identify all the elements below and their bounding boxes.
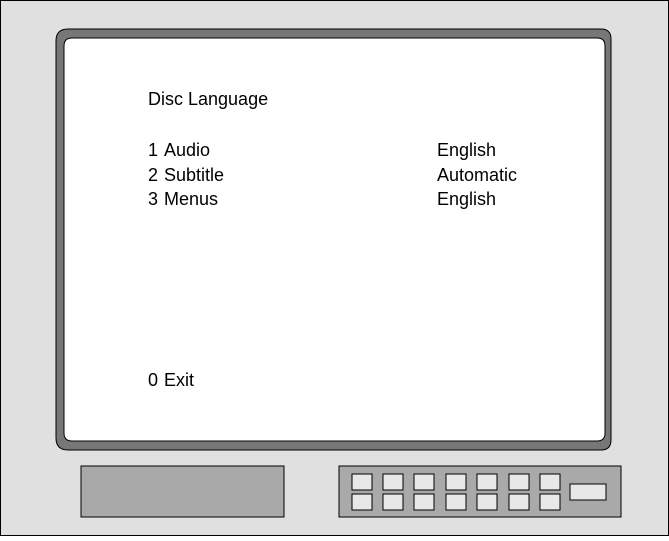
screen <box>63 37 606 442</box>
menu-item-label-menus[interactable]: Menus <box>164 190 218 208</box>
control-button[interactable] <box>413 493 435 511</box>
tv-set: Disc Language 1 Audio English 2 Subtitle… <box>0 0 669 536</box>
control-button[interactable] <box>413 473 435 491</box>
menu-item-label-audio[interactable]: Audio <box>164 141 210 159</box>
menu-item-number-audio[interactable]: 1 <box>148 141 158 159</box>
tv-illustration <box>0 0 669 536</box>
control-button[interactable] <box>382 493 404 511</box>
power-button[interactable] <box>569 483 607 501</box>
menu-item-number-menus[interactable]: 3 <box>148 190 158 208</box>
control-button[interactable] <box>445 493 467 511</box>
menu-item-value-menus: English <box>437 189 497 209</box>
menu-item-label-subtitle[interactable]: Subtitle <box>164 166 224 184</box>
control-button[interactable] <box>351 473 373 491</box>
menu-item-number-subtitle[interactable]: 2 <box>148 166 158 184</box>
front-panel <box>80 465 285 518</box>
menu-title: Disc Language <box>148 89 269 109</box>
control-button[interactable] <box>382 473 404 491</box>
control-button[interactable] <box>539 493 561 511</box>
control-button[interactable] <box>476 473 498 491</box>
control-button[interactable] <box>351 493 373 511</box>
control-button[interactable] <box>476 493 498 511</box>
control-button[interactable] <box>508 493 530 511</box>
menu-exit-label[interactable]: Exit <box>164 371 194 389</box>
control-button[interactable] <box>445 473 467 491</box>
control-button[interactable] <box>508 473 530 491</box>
menu-item-value-audio: English <box>437 140 497 160</box>
control-button[interactable] <box>539 473 561 491</box>
menu-item-value-subtitle: Automatic <box>437 165 518 185</box>
menu-exit-number[interactable]: 0 <box>148 371 158 389</box>
